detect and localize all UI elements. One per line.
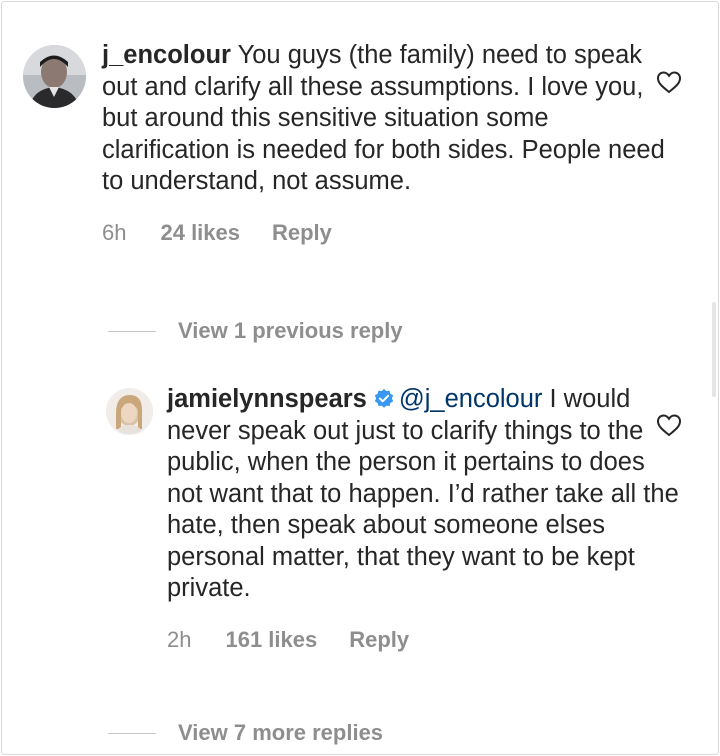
- avatar[interactable]: [23, 45, 86, 108]
- comment-text: j_encolour You guys (the family) need to…: [102, 40, 683, 198]
- comment-text: jamielynnspears @j_encolour I would never…: [167, 384, 686, 605]
- view-more-replies[interactable]: View 7 more replies: [108, 720, 383, 746]
- comment-body: I would never speak out just to clarify …: [167, 385, 679, 602]
- reply-button[interactable]: Reply: [349, 627, 409, 653]
- avatar[interactable]: [106, 388, 153, 435]
- comment-timestamp[interactable]: 2h: [167, 627, 191, 653]
- verified-badge-icon: [374, 388, 394, 408]
- comment: j_encolour You guys (the family) need to…: [23, 40, 683, 246]
- mention-link[interactable]: @j_encolour: [399, 385, 543, 413]
- view-previous-replies[interactable]: View 1 previous reply: [108, 318, 403, 344]
- scrollbar[interactable]: [712, 302, 716, 397]
- heart-icon[interactable]: [656, 70, 682, 94]
- divider-line: [108, 330, 156, 332]
- reply-comment: jamielynnspears @j_encolour I would never…: [106, 384, 686, 653]
- comment-username[interactable]: j_encolour: [102, 41, 231, 69]
- view-replies-label: View 7 more replies: [178, 720, 384, 745]
- comment-likes[interactable]: 24 likes: [160, 220, 240, 246]
- comment-timestamp[interactable]: 6h: [102, 220, 126, 246]
- heart-icon[interactable]: [656, 413, 682, 437]
- comment-username[interactable]: jamielynnspears: [167, 385, 367, 413]
- comment-meta: 2h 161 likes Reply: [167, 627, 686, 653]
- comment-meta: 6h 24 likes Reply: [102, 220, 683, 246]
- view-replies-label: View 1 previous reply: [178, 318, 403, 343]
- comment-likes[interactable]: 161 likes: [225, 627, 317, 653]
- divider-line: [108, 732, 156, 734]
- reply-button[interactable]: Reply: [272, 220, 332, 246]
- comment-thread: j_encolour You guys (the family) need to…: [1, 1, 719, 755]
